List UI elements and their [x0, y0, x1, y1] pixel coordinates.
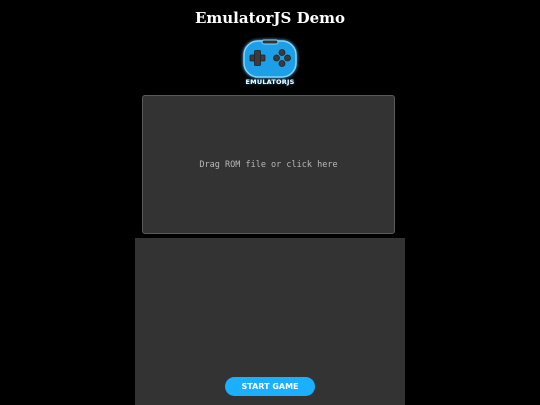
emulatorjs-logo: EMULATORJS	[240, 37, 300, 89]
logo-text: EMULATORJS	[245, 78, 295, 86]
dropzone-label: Drag ROM file or click here	[199, 159, 338, 170]
gamepad-icon	[243, 39, 297, 78]
game-area: START GAME	[135, 238, 405, 405]
page-title: EmulatorJS Demo	[194, 9, 346, 27]
rom-dropzone[interactable]: Drag ROM file or click here	[142, 95, 395, 234]
start-game-button[interactable]: START GAME	[225, 377, 315, 396]
